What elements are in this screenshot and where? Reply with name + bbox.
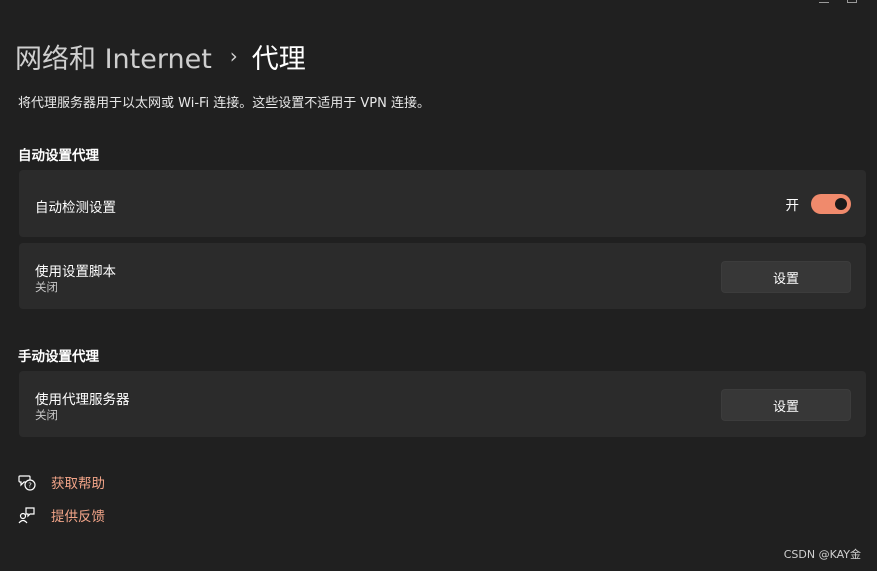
window-controls — [797, 0, 877, 6]
page-title: 代理 — [251, 43, 306, 75]
get-help-link[interactable]: ? 获取帮助 — [17, 472, 105, 492]
chevron-right-icon: › — [229, 44, 238, 68]
proxy-server-status: 关闭 — [35, 408, 58, 422]
page-description: 将代理服务器用于以太网或 Wi-Fi 连接。这些设置不适用于 VPN 连接。 — [18, 96, 431, 111]
maximize-button[interactable] — [847, 0, 857, 3]
setup-script-card: 使用设置脚本 关闭 设置 — [19, 243, 866, 309]
proxy-server-settings-button[interactable]: 设置 — [721, 389, 851, 421]
toggle-knob — [835, 198, 847, 210]
svg-text:?: ? — [28, 482, 32, 490]
auto-detect-toggle[interactable] — [811, 194, 851, 214]
breadcrumb-parent[interactable]: 网络和 Internet — [15, 37, 212, 76]
help-icon: ? — [17, 472, 37, 492]
toggle-state-label: 开 — [785, 198, 800, 214]
auto-detect-card: 自动检测设置 开 — [19, 170, 866, 237]
give-feedback-link[interactable]: 提供反馈 — [17, 505, 105, 525]
watermark: CSDN @KAY金 — [783, 548, 861, 561]
proxy-server-card: 使用代理服务器 关闭 设置 — [19, 371, 866, 437]
setup-script-settings-button[interactable]: 设置 — [721, 261, 851, 293]
breadcrumb: 网络和 Internet › 代理 — [15, 36, 306, 76]
give-feedback-label[interactable]: 提供反馈 — [51, 505, 105, 525]
setup-script-status: 关闭 — [35, 280, 58, 294]
proxy-server-label: 使用代理服务器 — [35, 392, 130, 408]
section-title-manual: 手动设置代理 — [18, 349, 99, 365]
get-help-label[interactable]: 获取帮助 — [51, 472, 105, 492]
setup-script-label: 使用设置脚本 — [35, 264, 116, 280]
minimize-button[interactable] — [819, 0, 829, 3]
auto-detect-label: 自动检测设置 — [35, 200, 116, 216]
feedback-icon — [17, 505, 37, 525]
section-title-auto: 自动设置代理 — [18, 148, 99, 164]
auto-detect-toggle-group: 开 — [785, 194, 851, 214]
